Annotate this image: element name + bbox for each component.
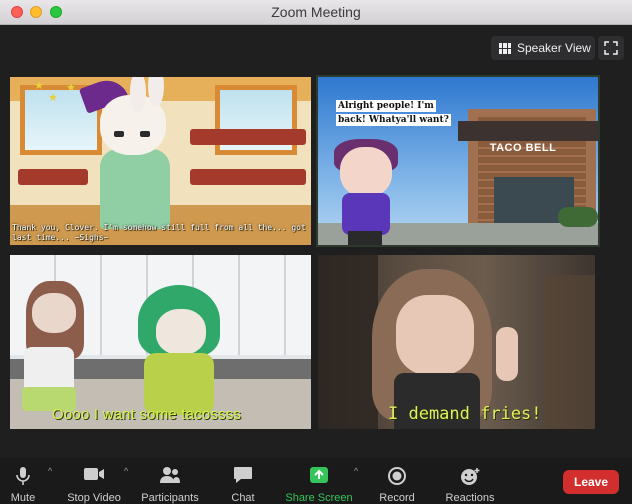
stop-video-label: Stop Video	[67, 492, 121, 504]
speaker-view-button[interactable]: Speaker View	[491, 36, 595, 60]
character-eye	[114, 131, 124, 137]
share-screen-icon	[310, 467, 328, 483]
window-title-bar: Zoom Meeting	[0, 0, 632, 25]
audio-options-chevron-icon[interactable]: ^	[48, 466, 52, 476]
shelf	[18, 169, 88, 185]
speech-bubble-line: back! Whatya'll want?	[336, 114, 451, 126]
stop-video-button[interactable]: Stop Video	[62, 462, 126, 504]
star-icon: ★	[34, 80, 44, 92]
video-tile-3[interactable]: Oooo I want some tacossss	[10, 255, 311, 429]
fullscreen-button[interactable]	[598, 36, 624, 60]
fullscreen-icon	[604, 41, 618, 55]
share-screen-button[interactable]: Share Screen	[283, 462, 355, 504]
participants-icon	[160, 467, 180, 483]
character-hand	[496, 327, 518, 381]
record-button[interactable]: Record	[374, 462, 420, 504]
window-title: Zoom Meeting	[271, 4, 361, 20]
building-roof	[458, 121, 598, 141]
speech-bubble: Alright people! I'm back! Whatya'll want…	[336, 99, 466, 127]
video-tile-1[interactable]: ★ ★ ★ Thank you, Clover. I'm somehow sti…	[10, 77, 311, 245]
share-screen-label: Share Screen	[285, 492, 353, 504]
mute-button[interactable]: Mute	[2, 462, 44, 504]
video-tile-4[interactable]: I demand fries!	[318, 255, 595, 429]
leave-meeting-button[interactable]: Leave	[563, 470, 619, 494]
bush	[558, 207, 598, 227]
mute-label: Mute	[10, 492, 36, 504]
background-blur	[318, 255, 378, 429]
character-face	[32, 293, 76, 333]
reactions-label: Reactions	[445, 492, 495, 504]
video-camera-icon	[84, 468, 104, 480]
grid-icon	[499, 42, 511, 54]
star-icon: ★	[66, 82, 76, 94]
character-legs	[348, 231, 382, 245]
character-head	[340, 147, 392, 197]
video-caption: I demand fries!	[388, 404, 542, 424]
record-icon	[388, 467, 406, 485]
star-icon: ★	[48, 92, 58, 104]
restaurant-sign: TACO BELL	[489, 142, 557, 154]
video-caption: Oooo I want some tacossss	[52, 406, 242, 423]
microphone-icon	[16, 467, 30, 485]
meeting-toolbar: Mute ^ Stop Video ^ Participants Chat Sh…	[0, 458, 632, 504]
speaker-view-label: Speaker View	[517, 41, 591, 55]
video-caption: Thank you, Clover. I'm somehow still ful…	[12, 223, 306, 242]
character-face	[156, 309, 206, 355]
shelf	[190, 129, 306, 145]
participants-label: Participants	[141, 492, 199, 504]
reactions-button[interactable]: Reactions	[442, 462, 498, 504]
share-options-chevron-icon[interactable]: ^	[354, 466, 358, 476]
chat-button[interactable]: Chat	[222, 462, 264, 504]
participants-button[interactable]: Participants	[138, 462, 202, 504]
character-eye	[140, 131, 150, 137]
character-ear	[130, 77, 146, 113]
shelf	[190, 169, 306, 185]
speech-bubble-line: Alright people! I'm	[336, 100, 436, 112]
character-face	[396, 295, 474, 375]
character-body	[100, 149, 170, 229]
character-body	[342, 193, 390, 235]
emoji-smile-icon	[461, 468, 480, 485]
chat-bubble-icon	[234, 467, 252, 483]
character-head	[100, 77, 166, 155]
chat-label: Chat	[231, 492, 255, 504]
background-blur	[545, 275, 595, 429]
record-label: Record	[379, 492, 415, 504]
video-options-chevron-icon[interactable]: ^	[124, 466, 128, 476]
video-tile-2[interactable]: TACO BELL Alright people! I'm back! What…	[318, 77, 598, 245]
